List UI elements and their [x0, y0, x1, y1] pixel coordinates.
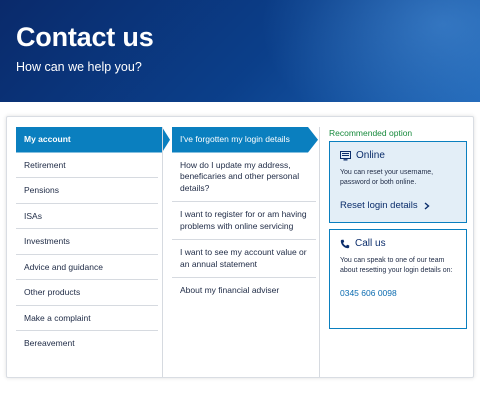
online-option-text: You can reset your username, password or… — [340, 169, 434, 186]
category-investments[interactable]: Investments — [16, 229, 158, 255]
online-option-box: Online You can reset your username, pass… — [329, 141, 467, 223]
call-option-box: Call us You can speak to one of our team… — [329, 229, 467, 329]
category-pensions[interactable]: Pensions — [16, 178, 158, 204]
page-title: Contact us — [16, 22, 154, 52]
category-retirement[interactable]: Retirement — [16, 153, 158, 178]
category-isas[interactable]: ISAs — [16, 204, 158, 229]
call-option-title: Call us — [355, 238, 386, 249]
category-my-account[interactable]: My account — [16, 127, 170, 153]
phone-number-link[interactable]: 0345 606 0098 — [340, 288, 456, 298]
online-option-title: Online — [356, 150, 385, 161]
question-financial-adviser[interactable]: About my financial adviser — [172, 278, 316, 304]
call-option-header: Call us — [340, 238, 456, 249]
reset-login-link[interactable]: Reset login details — [340, 200, 456, 211]
online-option-header: Online — [340, 150, 456, 161]
hero-banner: Contact us How can we help you? — [0, 0, 480, 102]
question-menu: I've forgotten my login details How do I… — [172, 127, 318, 304]
reset-login-label: Reset login details — [340, 200, 418, 211]
contact-card: My account Retirement Pensions ISAs Inve… — [6, 116, 474, 378]
column-divider — [162, 127, 163, 377]
hero-glow — [260, 0, 480, 102]
question-account-value[interactable]: I want to see my account value or an ann… — [172, 240, 316, 278]
page-subtitle: How can we help you? — [16, 60, 142, 74]
chevron-right-icon — [424, 201, 430, 210]
question-update-details[interactable]: How do I update my address, beneficaries… — [172, 153, 316, 202]
recommended-label: Recommended option — [329, 128, 413, 138]
question-forgotten-login[interactable]: I've forgotten my login details — [172, 127, 318, 153]
category-menu: My account Retirement Pensions ISAs Inve… — [16, 127, 170, 357]
category-advice-and-guidance[interactable]: Advice and guidance — [16, 255, 158, 280]
monitor-icon — [340, 150, 351, 161]
category-bereavement[interactable]: Bereavement — [16, 331, 158, 357]
question-online-servicing[interactable]: I want to register for or am having prob… — [172, 202, 316, 240]
category-other-products[interactable]: Other products — [16, 280, 158, 306]
column-divider — [319, 127, 320, 377]
call-option-text: You can speak to one of our team about r… — [340, 257, 453, 274]
phone-icon — [340, 239, 350, 249]
category-make-a-complaint[interactable]: Make a complaint — [16, 306, 158, 331]
